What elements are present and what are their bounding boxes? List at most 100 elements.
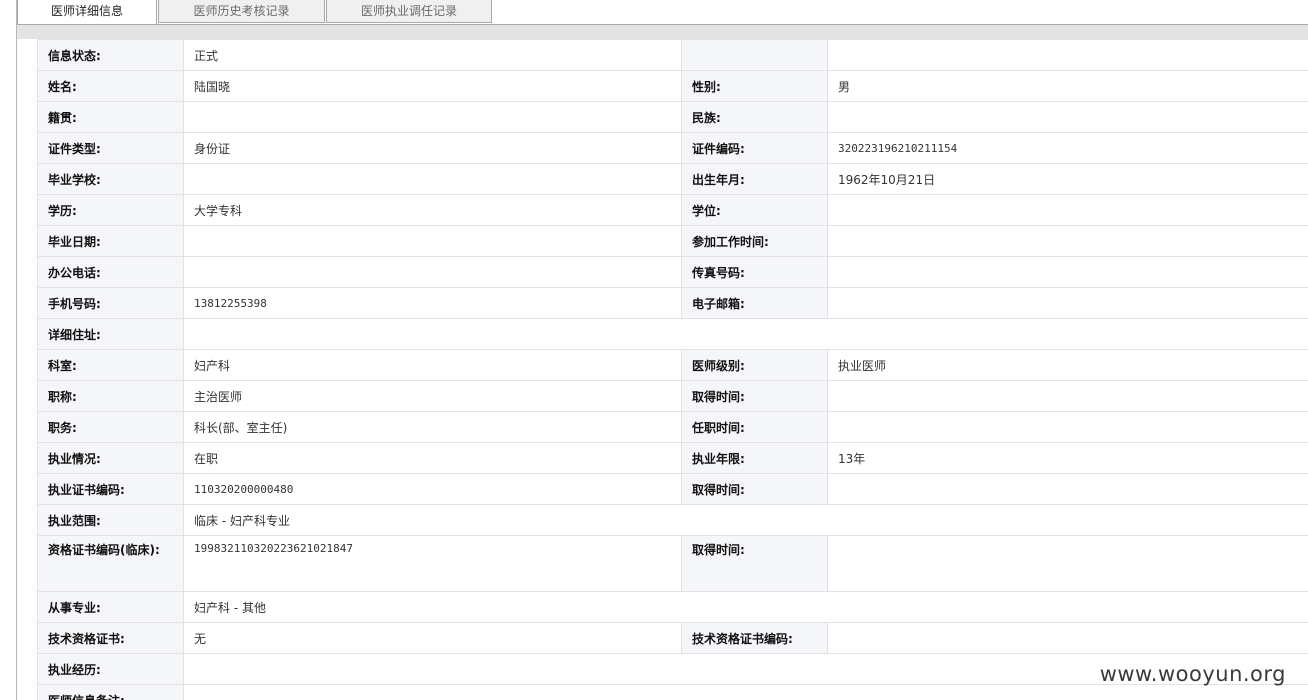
empty-value bbox=[827, 39, 1308, 71]
practice-years-label: 执业年限: bbox=[681, 442, 828, 474]
grad-date-label: 毕业日期: bbox=[37, 225, 184, 257]
email-value bbox=[827, 287, 1308, 319]
specialty-value: 妇产科 - 其他 bbox=[183, 591, 1308, 623]
row-grad: 毕业日期: 参加工作时间: bbox=[37, 225, 1308, 257]
department-value: 妇产科 bbox=[183, 349, 682, 381]
header-band bbox=[17, 25, 1308, 39]
gender-value: 男 bbox=[827, 70, 1308, 102]
doctor-detail-table: 信息状态: 正式 姓名: 陆国晓 性别: 男 籍贯: 民族: 证件类型: 身份证… bbox=[37, 39, 1308, 700]
fax-label: 传真号码: bbox=[681, 256, 828, 288]
row-remarks: 医师信息备注: bbox=[37, 684, 1308, 700]
row-practice: 执业情况: 在职 执业年限: 13年 bbox=[37, 442, 1308, 474]
work-start-label: 参加工作时间: bbox=[681, 225, 828, 257]
qual-cert-date-value bbox=[827, 535, 1308, 592]
row-tech-cert: 技术资格证书: 无 技术资格证书编码: bbox=[37, 622, 1308, 654]
title-date-value bbox=[827, 380, 1308, 412]
tab-doctor-detail[interactable]: 医师详细信息 bbox=[17, 0, 157, 24]
tech-cert-label: 技术资格证书: bbox=[37, 622, 184, 654]
tech-cert-no-label: 技术资格证书编码: bbox=[681, 622, 828, 654]
ethnicity-value bbox=[827, 101, 1308, 133]
row-mobile: 手机号码: 13812255398 电子邮箱: bbox=[37, 287, 1308, 319]
title-date-label: 取得时间: bbox=[681, 380, 828, 412]
title-label: 职称: bbox=[37, 380, 184, 412]
position-date-label: 任职时间: bbox=[681, 411, 828, 443]
position-date-value bbox=[827, 411, 1308, 443]
birth-label: 出生年月: bbox=[681, 163, 828, 195]
fax-value bbox=[827, 256, 1308, 288]
position-value: 科长(部、室主任) bbox=[183, 411, 682, 443]
native-place-value bbox=[183, 101, 682, 133]
practice-status-label: 执业情况: bbox=[37, 442, 184, 474]
address-label: 详细住址: bbox=[37, 318, 184, 350]
row-id: 证件类型: 身份证 证件编码: 320223196210211154 bbox=[37, 132, 1308, 164]
office-phone-label: 办公电话: bbox=[37, 256, 184, 288]
education-value: 大学专科 bbox=[183, 194, 682, 226]
position-label: 职务: bbox=[37, 411, 184, 443]
detail-panel: 信息状态: 正式 姓名: 陆国晓 性别: 男 籍贯: 民族: 证件类型: 身份证… bbox=[37, 39, 1308, 700]
row-status: 信息状态: 正式 bbox=[37, 39, 1308, 71]
qual-cert-date-label: 取得时间: bbox=[681, 535, 828, 592]
watermark: www.wooyun.org bbox=[1099, 662, 1286, 686]
id-type-value: 身份证 bbox=[183, 132, 682, 164]
practice-cert-date-value bbox=[827, 473, 1308, 505]
qual-cert-label: 资格证书编码(临床): bbox=[37, 535, 184, 592]
practice-status-value: 在职 bbox=[183, 442, 682, 474]
remarks-label: 医师信息备注: bbox=[37, 684, 184, 700]
row-practice-cert: 执业证书编码: 110320200000480 取得时间: bbox=[37, 473, 1308, 505]
row-position: 职务: 科长(部、室主任) 任职时间: bbox=[37, 411, 1308, 443]
row-scope: 执业范围: 临床 - 妇产科专业 bbox=[37, 504, 1308, 536]
ethnicity-label: 民族: bbox=[681, 101, 828, 133]
birth-value: 1962年10月21日 bbox=[827, 163, 1308, 195]
grad-date-value bbox=[183, 225, 682, 257]
practice-scope-value: 临床 - 妇产科专业 bbox=[183, 504, 1308, 536]
tab-history-review[interactable]: 医师历史考核记录 bbox=[158, 0, 325, 23]
office-phone-value bbox=[183, 256, 682, 288]
row-address: 详细住址: bbox=[37, 318, 1308, 350]
practice-cert-label: 执业证书编码: bbox=[37, 473, 184, 505]
department-label: 科室: bbox=[37, 349, 184, 381]
work-start-value bbox=[827, 225, 1308, 257]
title-value: 主治医师 bbox=[183, 380, 682, 412]
degree-value bbox=[827, 194, 1308, 226]
gender-label: 性别: bbox=[681, 70, 828, 102]
row-native: 籍贯: 民族: bbox=[37, 101, 1308, 133]
practice-scope-label: 执业范围: bbox=[37, 504, 184, 536]
degree-label: 学位: bbox=[681, 194, 828, 226]
tech-cert-no-value bbox=[827, 622, 1308, 654]
left-border bbox=[16, 0, 17, 700]
practice-years-value: 13年 bbox=[827, 442, 1308, 474]
native-place-label: 籍贯: bbox=[37, 101, 184, 133]
row-name: 姓名: 陆国晓 性别: 男 bbox=[37, 70, 1308, 102]
qual-cert-value: 199832110320223621021847 bbox=[183, 535, 682, 592]
tab-transfer-record[interactable]: 医师执业调任记录 bbox=[326, 0, 492, 23]
experience-label: 执业经历: bbox=[37, 653, 184, 685]
name-label: 姓名: bbox=[37, 70, 184, 102]
doctor-level-value: 执业医师 bbox=[827, 349, 1308, 381]
row-specialty: 从事专业: 妇产科 - 其他 bbox=[37, 591, 1308, 623]
school-label: 毕业学校: bbox=[37, 163, 184, 195]
practice-cert-value: 110320200000480 bbox=[183, 473, 682, 505]
id-number-label: 证件编码: bbox=[681, 132, 828, 164]
practice-cert-date-label: 取得时间: bbox=[681, 473, 828, 505]
id-type-label: 证件类型: bbox=[37, 132, 184, 164]
status-value: 正式 bbox=[183, 39, 682, 71]
row-qual-cert: 资格证书编码(临床): 199832110320223621021847 取得时… bbox=[37, 535, 1308, 592]
school-value bbox=[183, 163, 682, 195]
email-label: 电子邮箱: bbox=[681, 287, 828, 319]
id-number-value: 320223196210211154 bbox=[827, 132, 1308, 164]
row-department: 科室: 妇产科 医师级别: 执业医师 bbox=[37, 349, 1308, 381]
specialty-label: 从事专业: bbox=[37, 591, 184, 623]
status-label: 信息状态: bbox=[37, 39, 184, 71]
mobile-label: 手机号码: bbox=[37, 287, 184, 319]
empty-label bbox=[681, 39, 828, 71]
tech-cert-value: 无 bbox=[183, 622, 682, 654]
mobile-value: 13812255398 bbox=[183, 287, 682, 319]
row-education: 学历: 大学专科 学位: bbox=[37, 194, 1308, 226]
name-value: 陆国晓 bbox=[183, 70, 682, 102]
row-title: 职称: 主治医师 取得时间: bbox=[37, 380, 1308, 412]
address-value bbox=[183, 318, 1308, 350]
doctor-level-label: 医师级别: bbox=[681, 349, 828, 381]
education-label: 学历: bbox=[37, 194, 184, 226]
row-phone: 办公电话: 传真号码: bbox=[37, 256, 1308, 288]
row-school: 毕业学校: 出生年月: 1962年10月21日 bbox=[37, 163, 1308, 195]
